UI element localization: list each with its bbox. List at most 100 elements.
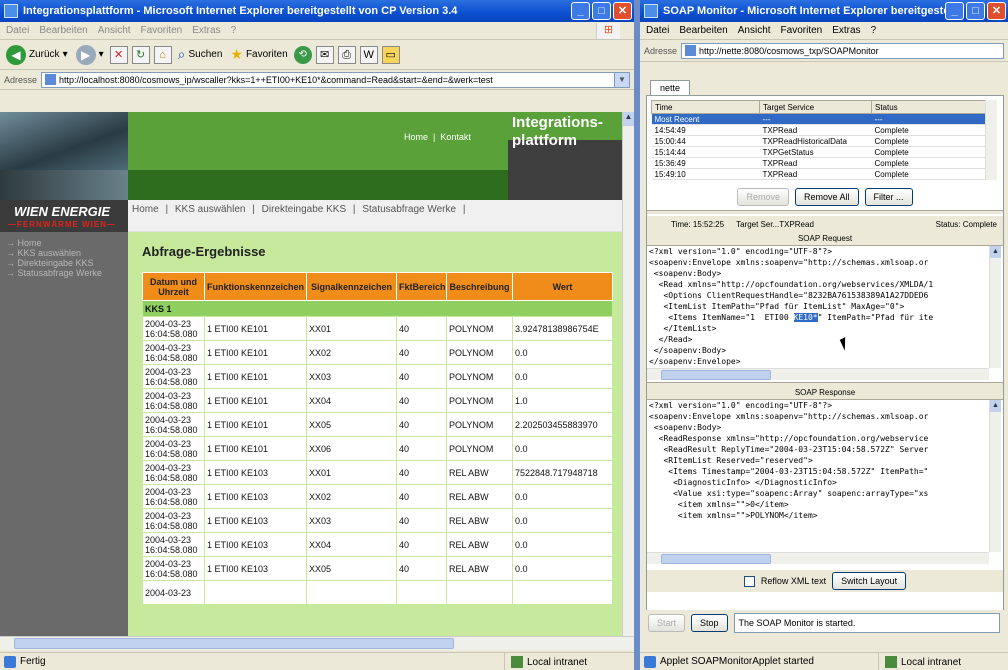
crumb-direkt[interactable]: Direkteingabe KKS — [262, 204, 347, 215]
history-row[interactable]: 15:49:10 TXPRead Complete — [651, 168, 986, 180]
response-hscroll[interactable] — [647, 552, 989, 564]
menu-ansicht[interactable]: Ansicht — [98, 25, 131, 36]
switch-layout-button[interactable]: Switch Layout — [832, 572, 907, 590]
back-button[interactable]: ◀ Zurück ▾ — [4, 44, 70, 65]
refresh-icon[interactable]: ↻ — [131, 45, 150, 64]
folder-icon[interactable]: ▭ — [381, 45, 400, 64]
request-label: SOAP Request — [647, 232, 1003, 246]
group-row: KKS 1 — [142, 300, 613, 317]
page-vertical-scrollbar[interactable]: ▲ — [622, 112, 634, 636]
menu-favoriten[interactable]: Favoriten — [141, 25, 183, 36]
mail-icon[interactable]: ✉ — [315, 45, 334, 64]
info-time: Time: 15:52:25 — [671, 219, 725, 229]
menu-datei[interactable]: Datei — [646, 25, 669, 36]
menu-datei[interactable]: Datei — [6, 25, 29, 36]
breadcrumb: Home | KKS auswählen | Direkteingabe KKS… — [128, 200, 622, 232]
minimize-button[interactable]: _ — [571, 2, 590, 20]
start-button[interactable]: Start — [648, 614, 686, 632]
left-menubar: Datei Bearbeiten Ansicht Favoriten Extra… — [0, 22, 634, 40]
history-row[interactable]: 15:36:49 TXPRead Complete — [651, 157, 986, 169]
home-icon[interactable]: ⌂ — [153, 45, 172, 64]
history-cell-time: 14:54:49 — [651, 124, 760, 136]
search-button[interactable]: ⌕ Suchen — [176, 46, 225, 63]
crumb-kks[interactable]: KKS auswählen — [175, 204, 246, 215]
history-row[interactable]: 15:14:44 TXPGetStatus Complete — [651, 146, 986, 158]
hscroll-thumb[interactable] — [14, 638, 454, 649]
header-photo-lower — [0, 170, 128, 200]
remove-all-button[interactable]: Remove All — [794, 188, 859, 206]
menu-help[interactable]: ? — [871, 25, 877, 36]
maximize-button[interactable]: □ — [592, 2, 611, 20]
cell-fkz: 1 ETI00 KE101 — [204, 316, 307, 341]
nav-home[interactable]: → Home — [0, 238, 128, 248]
crumb-status[interactable]: Statusabfrage Werke — [362, 204, 456, 215]
hist-col-service[interactable]: Target Service — [759, 100, 872, 114]
edit-icon[interactable]: W — [359, 45, 378, 64]
history-row[interactable]: 15:00:44 TXPReadHistoricalData Complete — [651, 135, 986, 147]
filter-button[interactable]: Filter ... — [864, 188, 913, 206]
menu-extras[interactable]: Extras — [192, 25, 220, 36]
table-row: 2004-03-23 16:04:58.080 1 ETI00 KE103 XX01 4… — [142, 460, 613, 485]
right-titlebar[interactable]: SOAP Monitor - Microsoft Internet Explor… — [640, 0, 1008, 22]
table-row: 2004-03-23 16:04:58.080 1 ETI00 KE101 XX03 4… — [142, 364, 613, 389]
xml-line: <Read xmlns="http://opcfoundation.org/we… — [649, 280, 934, 289]
reflow-checkbox[interactable] — [743, 575, 755, 587]
splitter[interactable] — [647, 210, 1003, 214]
topnav-home[interactable]: Home — [404, 132, 428, 142]
cell-fkz: 1 ETI00 KE101 — [204, 436, 307, 461]
scroll-up-icon[interactable]: ▲ — [623, 112, 634, 126]
request-hscroll[interactable] — [647, 368, 989, 380]
close-button[interactable]: ✕ — [613, 2, 632, 20]
menu-help[interactable]: ? — [231, 25, 237, 36]
left-titlebar[interactable]: Integrationsplattform - Microsoft Intern… — [0, 0, 634, 22]
nav-statusabfrage[interactable]: → Statusabfrage Werke — [0, 268, 128, 278]
request-text[interactable]: <?xml version="1.0" encoding="UTF-8"?> <s… — [647, 246, 989, 368]
tab-nette[interactable]: nette — [650, 80, 690, 96]
history-row[interactable]: Most Recent --- --- — [651, 113, 986, 125]
header-photo — [0, 112, 128, 170]
ie-icon — [644, 4, 658, 18]
xml-line: <soapenv:Envelope xmlns:soapenv="http://… — [649, 258, 929, 267]
address-input[interactable]: http://nette:8080/cosmows_txp/SOAPMonito… — [681, 42, 1004, 59]
close-button[interactable]: ✕ — [987, 2, 1006, 20]
xml-line: <?xml version="1.0" encoding="UTF-8"?> — [649, 401, 833, 410]
menu-ansicht[interactable]: Ansicht — [738, 25, 771, 36]
stop-button[interactable]: Stop — [691, 614, 728, 632]
remove-button[interactable]: Remove — [737, 188, 789, 206]
nav-direkteingabe[interactable]: → Direkteingabe KKS — [0, 258, 128, 268]
right-window-title: SOAP Monitor - Microsoft Internet Explor… — [663, 5, 945, 17]
hist-col-status[interactable]: Status — [871, 100, 986, 114]
minimize-button[interactable]: _ — [945, 2, 964, 20]
col-beschreibung: Beschreibung — [446, 272, 513, 301]
history-row[interactable]: 14:54:49 TXPRead Complete — [651, 124, 986, 136]
favorites-button[interactable]: ★ Favoriten — [228, 46, 289, 63]
wien-energie-logo[interactable]: WIEN ENERGIE —FERNWÄRME WIEN— — [0, 200, 128, 232]
crumb-home[interactable]: Home — [132, 204, 159, 215]
history-cell-status: --- — [871, 113, 986, 125]
xml-line: <Options ClientRequestHandle="8232BA7615… — [649, 291, 929, 300]
menu-bearbeiten[interactable]: Bearbeiten — [39, 25, 87, 36]
topnav-kontakt[interactable]: Kontakt — [440, 132, 471, 142]
address-dropdown-icon[interactable]: ▼ — [614, 71, 630, 88]
maximize-button[interactable]: □ — [966, 2, 985, 20]
hist-col-time[interactable]: Time — [651, 100, 760, 114]
page-horizontal-scrollbar[interactable] — [0, 636, 634, 650]
xml-line: <item xmlns="">0</item> — [649, 500, 789, 509]
response-vscroll[interactable]: ▲ — [989, 400, 1001, 552]
history-scrollbar[interactable] — [985, 100, 997, 180]
address-input[interactable]: http://localhost:8080/cosmows_ip/wscalle… — [41, 71, 615, 88]
print-icon[interactable]: ⎙ — [337, 45, 356, 64]
menu-extras[interactable]: Extras — [832, 25, 860, 36]
xml-line: <?xml version="1.0" encoding="UTF-8"?> — [649, 247, 833, 256]
cell-skz: XX02 — [306, 340, 397, 365]
menu-favoriten[interactable]: Favoriten — [781, 25, 823, 36]
forward-button[interactable]: ▶ ▾ — [74, 44, 106, 65]
history-icon[interactable]: ⟲ — [293, 45, 312, 64]
stop-icon[interactable]: ✕ — [109, 45, 128, 64]
monitor-controls: Start Stop The SOAP Monitor is started. — [640, 610, 1008, 636]
response-text[interactable]: <?xml version="1.0" encoding="UTF-8"?> <s… — [647, 400, 989, 552]
cell-skz: XX06 — [306, 436, 397, 461]
menu-bearbeiten[interactable]: Bearbeiten — [679, 25, 727, 36]
nav-kks-auswaehlen[interactable]: → KKS auswählen — [0, 248, 128, 258]
request-vscroll[interactable]: ▲ — [989, 246, 1001, 368]
